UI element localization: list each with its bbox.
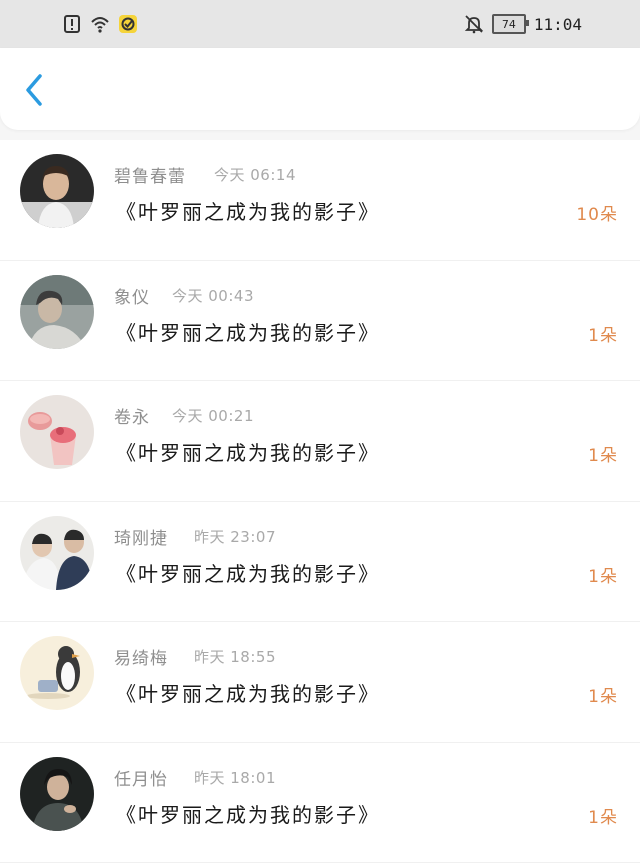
list-item[interactable]: 碧鲁春蕾 今天 06:14 《叶罗丽之成为我的影子》 10朵 bbox=[0, 140, 640, 261]
status-left-icons bbox=[62, 12, 138, 36]
list-item[interactable]: 易绮梅 昨天 18:55 《叶罗丽之成为我的影子》 1朵 bbox=[0, 622, 640, 743]
list-item[interactable]: 任月怡 昨天 18:01 《叶罗丽之成为我的影子》 1朵 bbox=[0, 743, 640, 863]
chevron-left-icon bbox=[20, 72, 50, 108]
flower-count: 1朵 bbox=[588, 682, 618, 707]
book-title[interactable]: 《叶罗丽之成为我的影子》 bbox=[116, 799, 380, 828]
app-notification-icon bbox=[118, 14, 138, 34]
wifi-icon bbox=[90, 14, 110, 34]
send-time: 今天 00:21 bbox=[172, 405, 254, 426]
list-item[interactable]: 象仪 今天 00:43 《叶罗丽之成为我的影子》 1朵 bbox=[0, 261, 640, 382]
sender-name: 易绮梅 bbox=[114, 644, 168, 669]
send-time: 今天 00:43 bbox=[172, 285, 254, 306]
send-time: 昨天 18:01 bbox=[194, 767, 276, 788]
clock: 11:04 bbox=[534, 15, 582, 34]
gift-record-list: 碧鲁春蕾 今天 06:14 《叶罗丽之成为我的影子》 10朵 象仪 今天 00:… bbox=[0, 140, 640, 863]
sender-name: 任月怡 bbox=[114, 765, 168, 790]
sender-name: 琦刚捷 bbox=[114, 524, 168, 549]
battery-indicator: 74 bbox=[492, 14, 526, 34]
bell-muted-icon bbox=[464, 14, 484, 34]
send-time: 昨天 18:55 bbox=[194, 646, 276, 667]
list-item[interactable]: 琦刚捷 昨天 23:07 《叶罗丽之成为我的影子》 1朵 bbox=[0, 502, 640, 623]
flower-count: 1朵 bbox=[588, 803, 618, 828]
send-time: 昨天 23:07 bbox=[194, 526, 276, 547]
sender-name: 象仪 bbox=[114, 283, 150, 308]
sender-name: 碧鲁春蕾 bbox=[114, 162, 186, 187]
flower-count: 10朵 bbox=[576, 200, 618, 225]
book-title[interactable]: 《叶罗丽之成为我的影子》 bbox=[116, 196, 380, 225]
flower-count: 1朵 bbox=[588, 321, 618, 346]
battery-level: 74 bbox=[502, 18, 516, 31]
flower-count: 1朵 bbox=[588, 562, 618, 587]
top-navigation-bar bbox=[0, 48, 640, 130]
list-item[interactable]: 卷永 今天 00:21 《叶罗丽之成为我的影子》 1朵 bbox=[0, 381, 640, 502]
book-title[interactable]: 《叶罗丽之成为我的影子》 bbox=[116, 437, 380, 466]
avatar[interactable] bbox=[20, 636, 94, 710]
flower-count: 1朵 bbox=[588, 441, 618, 466]
book-title[interactable]: 《叶罗丽之成为我的影子》 bbox=[116, 558, 380, 587]
avatar[interactable] bbox=[20, 275, 94, 349]
book-title[interactable]: 《叶罗丽之成为我的影子》 bbox=[116, 317, 380, 346]
avatar[interactable] bbox=[20, 154, 94, 228]
send-time: 今天 06:14 bbox=[214, 164, 296, 185]
back-button[interactable] bbox=[20, 72, 50, 108]
sender-name: 卷永 bbox=[114, 403, 150, 428]
status-bar: 74 11:04 bbox=[0, 0, 640, 48]
status-right-icons: 74 11:04 bbox=[464, 12, 582, 36]
avatar[interactable] bbox=[20, 757, 94, 831]
alert-icon bbox=[62, 14, 82, 34]
avatar[interactable] bbox=[20, 516, 94, 590]
book-title[interactable]: 《叶罗丽之成为我的影子》 bbox=[116, 678, 380, 707]
avatar[interactable] bbox=[20, 395, 94, 469]
